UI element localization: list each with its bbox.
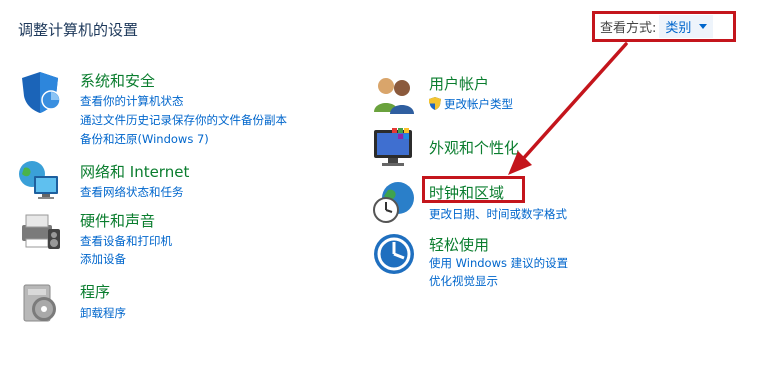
annotation-arrow [508,42,628,175]
